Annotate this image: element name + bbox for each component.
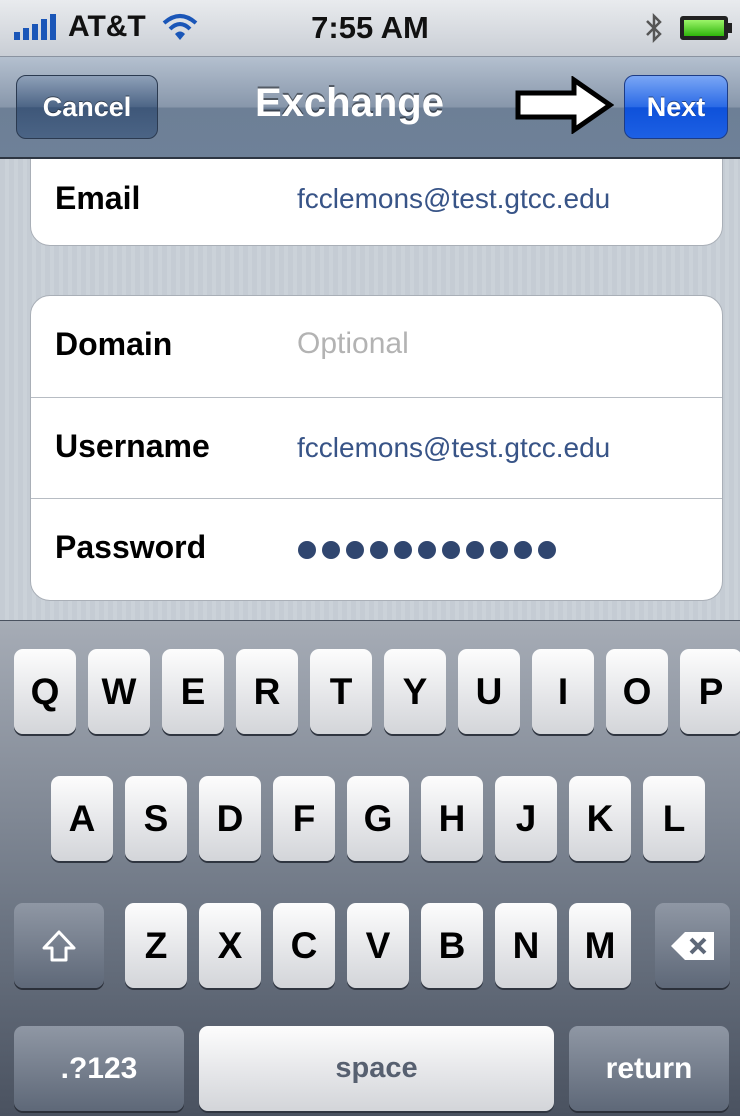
password-dot [298,541,316,559]
password-dot [442,541,460,559]
key-v[interactable]: V [347,903,409,988]
key-h[interactable]: H [421,776,483,861]
key-k[interactable]: K [569,776,631,861]
key-j[interactable]: J [495,776,557,861]
password-dot [322,541,340,559]
key-i[interactable]: I [532,649,594,734]
key-t[interactable]: T [310,649,372,734]
credentials-group: Domain Optional Username fcclemons@test.… [30,295,723,601]
bluetooth-icon [646,12,662,44]
password-dot [490,541,508,559]
key-q[interactable]: Q [14,649,76,734]
key-e[interactable]: E [162,649,224,734]
key-m[interactable]: M [569,903,631,988]
status-bar: AT&T 7:55 AM [0,0,740,57]
key-r[interactable]: R [236,649,298,734]
password-dot [514,541,532,559]
key-z[interactable]: Z [125,903,187,988]
key-n[interactable]: N [495,903,557,988]
key-o[interactable]: O [606,649,668,734]
password-dot [466,541,484,559]
password-row[interactable]: Password [31,498,722,599]
email-field[interactable]: fcclemons@test.gtcc.edu [297,183,610,215]
status-right [644,12,732,44]
password-label: Password [55,529,207,565]
domain-label: Domain [55,326,173,362]
key-l[interactable]: L [643,776,705,861]
key-d[interactable]: D [199,776,261,861]
key-g[interactable]: G [347,776,409,861]
key-p[interactable]: P [680,649,740,734]
username-label: Username [55,428,210,464]
password-dot [394,541,412,559]
password-dot [538,541,556,559]
key-c[interactable]: C [273,903,335,988]
key-u[interactable]: U [458,649,520,734]
username-row[interactable]: Username fcclemons@test.gtcc.edu [31,397,722,498]
shift-key[interactable] [14,903,104,988]
status-time: 7:55 AM [311,10,429,45]
return-key[interactable]: return [569,1026,729,1111]
password-field[interactable] [298,541,556,559]
username-field[interactable]: fcclemons@test.gtcc.edu [297,432,610,464]
key-b[interactable]: B [421,903,483,988]
page-title: Exchange [255,81,444,125]
delete-key[interactable] [655,903,730,988]
battery-icon [680,16,732,40]
key-x[interactable]: X [199,903,261,988]
pointer-arrow-icon [515,76,614,134]
email-label: Email [55,180,141,216]
navigation-bar: Cancel Exchange Next [0,57,740,159]
password-dot [418,541,436,559]
key-y[interactable]: Y [384,649,446,734]
numbers-key[interactable]: .?123 [14,1026,184,1111]
key-w[interactable]: W [88,649,150,734]
domain-field[interactable]: Optional [297,327,409,361]
space-key[interactable]: space [199,1026,554,1111]
shift-icon [42,930,76,961]
password-dot [370,541,388,559]
key-a[interactable]: A [51,776,113,861]
key-f[interactable]: F [273,776,335,861]
cancel-button[interactable]: Cancel [16,75,158,139]
password-dot [346,541,364,559]
email-row[interactable]: Email fcclemons@test.gtcc.edu [31,160,722,261]
keyboard: QWERTYUIOP ASDFGHJKL ZXCVBNM .?123 space… [0,620,740,1116]
account-group: Email fcclemons@test.gtcc.edu [30,159,723,246]
domain-row[interactable]: Domain Optional [31,296,722,397]
next-button[interactable]: Next [624,75,728,139]
settings-form: Email fcclemons@test.gtcc.edu Domain Opt… [0,159,740,620]
key-s[interactable]: S [125,776,187,861]
backspace-icon [670,931,714,960]
